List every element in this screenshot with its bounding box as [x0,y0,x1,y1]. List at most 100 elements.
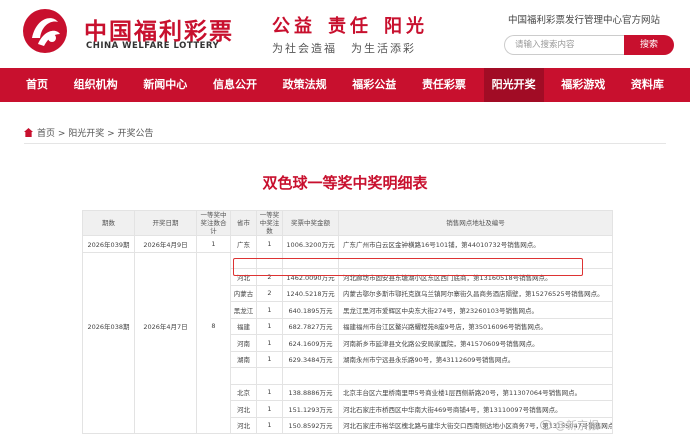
table-row: 河南 1 624.1609万元 河南新乡市延津县文化路公安局家属院，第41570… [82,334,613,352]
cell-period [82,417,135,434]
cell-amount: 1240.5218万元 [282,284,339,302]
cell-period [82,367,135,384]
cell-province: 河南 [230,334,257,352]
cell-total [196,285,231,302]
cell-count: 1 [256,317,283,335]
cell-date [134,417,197,434]
cell-province: 湖南 [230,350,257,368]
cell-count: 1 [256,235,283,253]
search-button[interactable]: 搜索 [624,35,674,55]
cell-address: 河北石家庄市桥西区中华南大街469号商铺4号，第13110097号销售网点。 [338,400,613,418]
cell-address: 黑龙江黑河市爱辉区中央东大街274号，第23260103号销售网点。 [338,301,613,319]
col-total: 一等奖中奖注数合计 [196,210,231,236]
cell-amount: 150.8592万元 [282,416,339,434]
cell-total [196,268,231,285]
cell-province: 河北 [230,400,257,418]
brand-name-en: CHINA WELFARE LOTTERY [86,41,220,51]
nav-item-draw[interactable]: 阳光开奖 [483,68,544,102]
table-row: 黑龙江 1 640.1895万元 黑龙江黑河市爱辉区中央东大街274号，第232… [82,301,613,319]
slogan-phrase: 为生活添彩 [351,42,416,55]
cell-total [196,251,231,269]
cell-address: 福建福州市台江区鳌兴路耀程苑8座9号店，第35016096号销售网点。 [338,317,613,335]
table-row: 2026年038期 2026年4月7日 8 福建 1 682.7827万元 福建… [82,317,613,335]
watermark: @新京报 [540,417,599,433]
nav-item-games[interactable]: 福彩游戏 [553,68,613,102]
winners-table: 期数 开奖日期 一等奖中奖注数合计 省市 一等奖中奖注数 奖票中奖金额 销售网点… [82,210,613,434]
cell-total [196,384,231,401]
cell-period [82,301,135,318]
cell-period [82,334,135,351]
cell-count [256,367,283,385]
cell-province: 黑龙江 [230,301,257,319]
cell-province: 北京 [230,383,257,401]
search-input[interactable]: 请输入搜索内容 [504,35,624,55]
home-icon [24,128,33,137]
table-row: 内蒙古 2 1240.5218万元 内蒙古鄂尔多斯市鄂托克旗乌兰镇阿尔寨街久昌商… [82,284,613,302]
cell-count: 1 [256,350,283,368]
cell-count: 1 [256,301,283,319]
nav-item-news[interactable]: 新闻中心 [135,68,195,102]
table-row [82,367,613,385]
nav-item-library[interactable]: 资料库 [623,68,672,102]
slogan-word: 阳光 [384,16,428,37]
cell-total [196,400,231,417]
cell-amount: 640.1895万元 [282,301,339,319]
cell-period [82,268,135,285]
cell-amount: 624.1609万元 [282,334,339,352]
divider [24,143,666,144]
nav-item-info[interactable]: 信息公开 [205,68,265,102]
table-row: 2026年039期 2026年4月9日 1 广东 1 1006.3200万元 广… [82,235,613,253]
cell-province: 福建 [230,317,257,335]
table-row: 北京 1 138.8886万元 北京丰台区六里桥南里甲5号商业楼1层西侧新路20… [82,383,613,401]
cell-amount: 151.1293万元 [282,400,339,418]
cell-date [134,301,197,318]
cell-date: 2026年4月7日 [134,318,197,335]
cell-address: 北京丰台区六里桥南里甲5号商业楼1层西侧新路20号，第11307064号销售网点… [338,383,613,401]
nav-item-responsibility[interactable]: 责任彩票 [414,68,474,102]
welfare-lottery-logo-icon[interactable] [22,8,68,54]
slogan-bottom: 为社会造福 为生活添彩 [272,40,430,56]
table-header-row: 期数 开奖日期 一等奖中奖注数合计 省市 一等奖中奖注数 奖票中奖金额 销售网点… [82,210,613,236]
cell-period: 2026年039期 [82,235,135,253]
cell-total [196,417,231,434]
cell-count: 2 [256,284,283,302]
slogan-top: 公益 责任 阳光 [272,12,440,38]
cell-date: 2026年4月9日 [134,235,197,253]
cell-address: 内蒙古鄂尔多斯市鄂托克旗乌兰镇阿尔寨街久昌商务酒店隔壁，第15276525号销售… [338,284,613,302]
table-row: 河北 1 150.8592万元 河北石家庄市裕华区槐北路与建华大街交口西南侧达地… [82,416,613,434]
col-period: 期数 [82,210,135,236]
cell-date [134,351,197,368]
cell-period: 2026年038期 [82,318,135,335]
cell-period [82,384,135,401]
cell-amount: 629.3484万元 [282,350,339,368]
breadcrumb: 首页 > 阳光开奖 > 开奖公告 [24,126,154,139]
cell-amount: 1006.3200万元 [282,235,339,253]
cell-date [134,268,197,285]
cell-date [134,400,197,417]
cell-amount [282,367,339,385]
cell-province [230,367,257,385]
watermark-text: @新京报 [555,419,599,432]
main-nav: 首页 组织机构 新闻中心 信息公开 政策法规 福彩公益 责任彩票 阳光开奖 福彩… [0,68,690,102]
nav-item-home[interactable]: 首页 [18,68,56,102]
table-row: 河北 1 151.1293万元 河北石家庄市桥西区中华南大街469号商铺4号，第… [82,400,613,418]
cell-date [134,285,197,302]
slogan-phrase: 为社会造福 [272,42,337,55]
cell-amount: 682.7827万元 [282,317,339,335]
cell-address: 河南新乡市延津县文化路公安局家属院，第41570609号销售网点。 [338,334,613,352]
col-date: 开奖日期 [134,210,197,236]
nav-item-charity[interactable]: 福彩公益 [344,68,404,102]
cell-date [134,251,197,269]
cell-period [82,285,135,302]
slogan-word: 责任 [328,16,372,37]
nav-item-policy[interactable]: 政策法规 [275,68,335,102]
col-amount: 奖票中奖金额 [282,210,339,236]
cell-total: 1 [196,235,231,253]
cell-province: 内蒙古 [230,284,257,302]
winners-table-wrap: 期数 开奖日期 一等奖中奖注数合计 省市 一等奖中奖注数 奖票中奖金额 销售网点… [82,210,613,434]
breadcrumb-text[interactable]: 首页 > 阳光开奖 > 开奖公告 [37,129,154,139]
cell-count: 1 [256,400,283,418]
nav-item-organization[interactable]: 组织机构 [66,68,126,102]
cell-province: 广东 [230,235,257,253]
col-address: 销售网点地址及编号 [338,210,613,236]
